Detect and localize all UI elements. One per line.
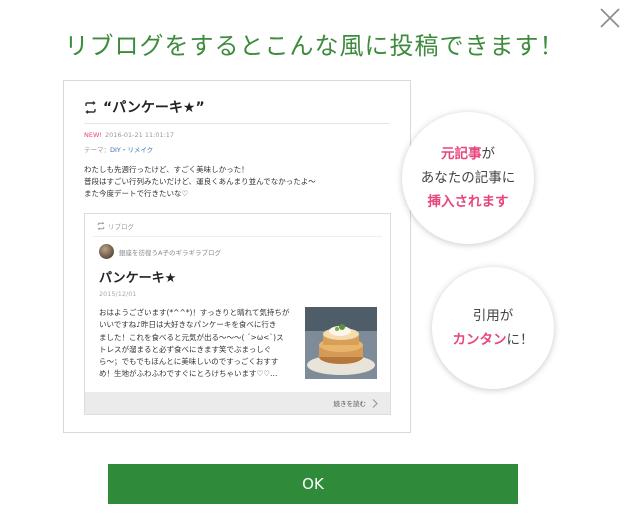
bubble-text: 引用が xyxy=(472,308,514,324)
bubble-highlight: 挿入されます xyxy=(427,194,509,210)
excerpt-line: いいですね♪昨日は大好きなパンケーキを食べに行き xyxy=(99,320,277,330)
bubble-text: が xyxy=(481,146,496,162)
chevron-right-icon xyxy=(372,398,378,408)
reblog-small-icon xyxy=(97,222,105,230)
excerpt-line: ら〜；でもでもほんとに美味しいのですっごくおすす xyxy=(99,357,279,367)
post-meta: NEW! 2016-01-21 11:01:17 xyxy=(84,131,174,139)
post-body: わたしも先週行ったけど、すごく美味しかった！ 普段はすごい行列みたいだけど、運良… xyxy=(84,164,384,200)
post-title-text: “パンケーキ★” xyxy=(103,100,205,116)
info-bubble-easy: 引用が カンタンに！ xyxy=(432,267,554,389)
bubble-line: カンタンに！ xyxy=(453,328,534,352)
read-more-link[interactable]: 続きを読む xyxy=(85,392,390,414)
theme-label: テーマ： xyxy=(84,146,110,154)
excerpt-line: め！生地がふわふわですぐにとろけちゃいます♡♡… xyxy=(99,369,278,379)
divider xyxy=(93,236,382,237)
pancake-thumbnail xyxy=(305,307,377,379)
reblog-card: リブログ 銀座を彷徨うA子のギラギラブログ パンケーキ★ 2015/12/01 … xyxy=(84,213,391,415)
excerpt-line: ました！これを食べると元気が出る〜〜〜( ´>ω<`)ス xyxy=(99,332,284,342)
read-more-label: 続きを読む xyxy=(333,400,367,408)
bubble-highlight: 元記事 xyxy=(441,146,482,162)
ok-button[interactable]: OK xyxy=(108,464,518,504)
reblog-preview: “パンケーキ★” NEW! 2016-01-21 11:01:17 テーマ：DIY… xyxy=(63,80,411,433)
headline: リブログをするとこんな風に投稿できます！ xyxy=(64,32,565,60)
divider xyxy=(84,123,390,124)
author-name: 銀座を彷徨うA子のギラギラブログ xyxy=(119,248,221,257)
bubble-line: 元記事が xyxy=(441,142,495,166)
excerpt: おはようございます(*^^*)！すっきりと晴れて気持ちが いいですね♪昨日は大好… xyxy=(99,307,297,381)
card-date: 2015/12/01 xyxy=(99,290,137,298)
post-title: “パンケーキ★” xyxy=(84,97,205,117)
new-badge: NEW! xyxy=(84,131,103,139)
bubble-text: に！ xyxy=(506,332,534,348)
info-bubble-insert: 元記事が あなたの記事に 挿入されます xyxy=(402,112,534,244)
post-body-line: また今度デートで行きたいな♡ xyxy=(84,189,189,198)
reblog-icon xyxy=(85,100,96,114)
card-title: パンケーキ★ xyxy=(99,271,177,286)
post-body-line: わたしも先週行ったけど、すごく美味しかった！ xyxy=(84,165,249,174)
excerpt-line: トレスが溜まると必ず食べにきます笑でぶまっしぐ xyxy=(99,344,272,354)
post-body-line: 普段はすごい行列みたいだけど、運良くあんまり並んでなかったよ〜 xyxy=(84,177,316,186)
excerpt-line: おはようございます(*^^*)！すっきりと晴れて気持ちが xyxy=(99,308,290,317)
post-theme: テーマ：DIY・リメイク xyxy=(84,144,153,154)
author-row: 銀座を彷徨うA子のギラギラブログ xyxy=(99,244,221,259)
reblog-label: リブログ xyxy=(97,221,134,231)
bubble-text: あなたの記事に xyxy=(420,170,516,186)
bubble-highlight: カンタン xyxy=(452,332,507,348)
theme-link[interactable]: DIY・リメイク xyxy=(110,146,153,154)
avatar xyxy=(99,244,114,259)
reblog-label-text: リブログ xyxy=(108,223,134,231)
post-timestamp: 2016-01-21 11:01:17 xyxy=(105,131,175,139)
